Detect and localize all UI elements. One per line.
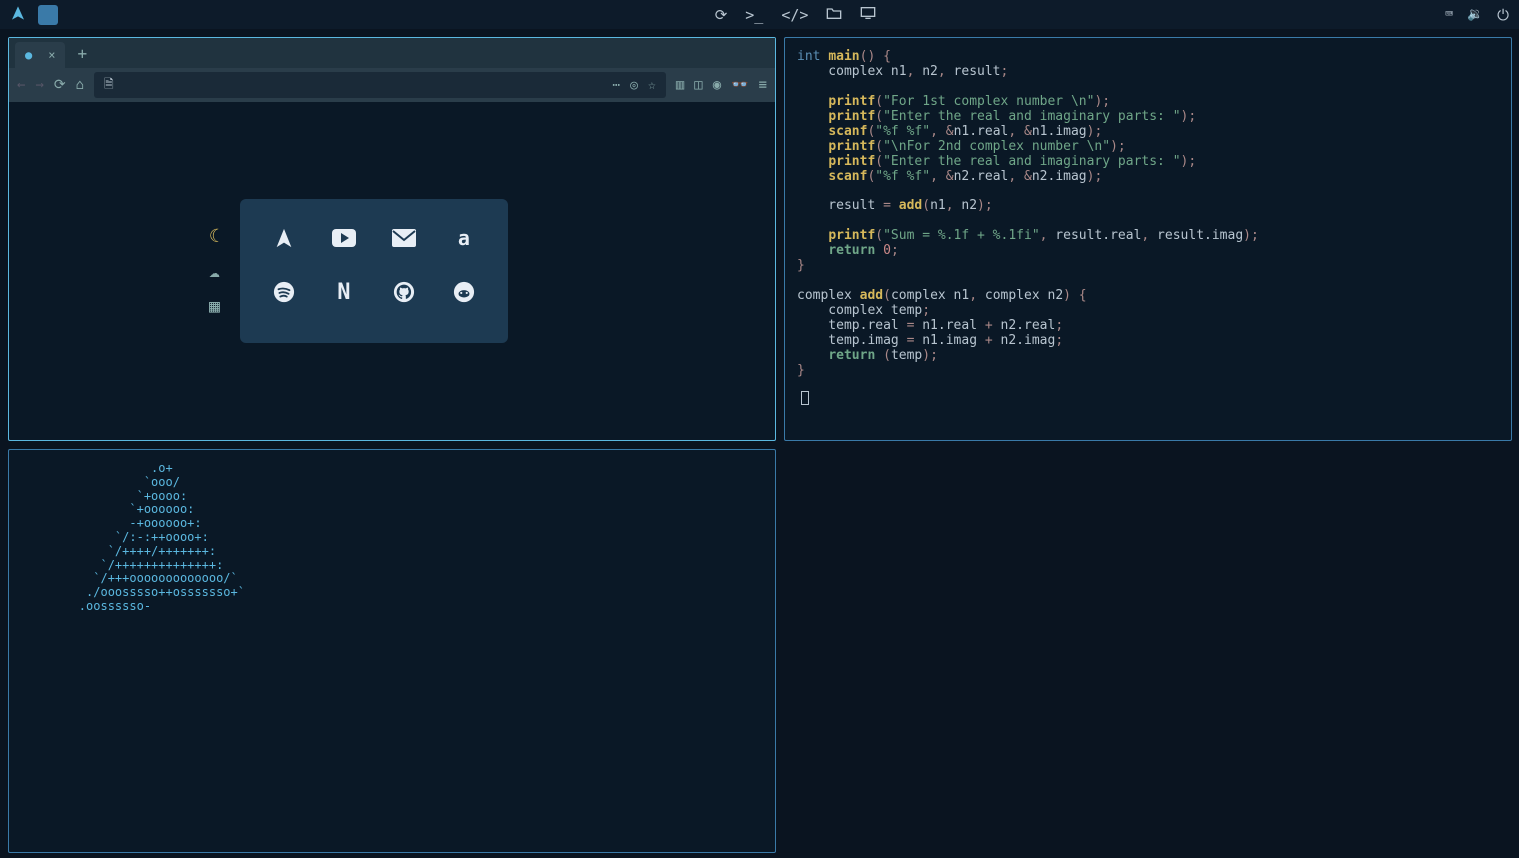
reader-icon[interactable]: ◎ [630, 78, 638, 93]
volume-indicator[interactable]: 🔉 [1467, 7, 1483, 22]
reload-button[interactable]: ⟳ [54, 77, 66, 93]
youtube-icon[interactable] [331, 225, 357, 251]
github-icon[interactable] [391, 279, 417, 305]
tab-favicon: ● [25, 48, 32, 62]
moon-icon: ☾ [209, 226, 220, 247]
reload-icon[interactable]: ⟳ [715, 6, 728, 24]
keyboard-icon: ⌨ [1445, 7, 1453, 22]
power-icon[interactable]: ⏻ [1497, 6, 1509, 24]
browser-tab[interactable]: ● × [15, 42, 65, 68]
top-panel: ⟳ >_ </> ⌨ 🔉 ⏻ [0, 0, 1519, 29]
monitor-icon[interactable] [860, 6, 876, 24]
editor-statusline [797, 391, 1499, 409]
close-icon[interactable]: × [48, 48, 55, 62]
startpage-links: a N [271, 225, 477, 305]
more-icon[interactable]: ⋯ [612, 78, 620, 93]
workspace-4[interactable] [122, 5, 142, 25]
workspace-2[interactable] [66, 5, 86, 25]
topbar-center: ⟳ >_ </> [715, 6, 901, 24]
reddit-icon[interactable] [451, 279, 477, 305]
menu-icon[interactable]: ≡ [759, 77, 767, 93]
code-icon[interactable]: </> [781, 6, 808, 24]
startpage-card: a N [240, 199, 508, 343]
workspace-5[interactable] [150, 5, 170, 25]
new-tab-button[interactable]: + [77, 44, 87, 63]
ram-indicator: ⌨ [1445, 7, 1453, 22]
bookmark-icon[interactable]: ☆ [648, 78, 656, 93]
netflix-icon[interactable]: N [331, 279, 357, 305]
calendar-icon: ▦ [209, 296, 220, 317]
amazon-icon[interactable]: a [451, 225, 477, 251]
browser-viewport: ☾ ☁ ▦ a N [9, 102, 775, 440]
back-button[interactable]: ← [17, 77, 25, 93]
code-content: int main() { complex n1, n2, result; pri… [797, 50, 1499, 379]
mail-icon[interactable] [391, 225, 417, 251]
browser-toolbar: ← → ⟳ ⌂ 🗎 ⋯ ◎ ☆ ▥ ◫ ◉ 👓 ≡ [9, 68, 775, 102]
startpage-weather-column: ☾ ☁ ▦ [209, 226, 220, 317]
archlinux-icon[interactable] [271, 225, 297, 251]
code-editor-window: int main() { complex n1, n2, result; pri… [784, 37, 1512, 441]
arch-ascii-logo: .o+ `ooo/ `+oooo: `+oooooo: -+oooooo+: `… [21, 462, 245, 614]
topbar-right: ⌨ 🔉 ⏻ [1445, 6, 1509, 24]
terminal-icon[interactable]: >_ [745, 6, 763, 24]
spotify-icon[interactable] [271, 279, 297, 305]
cursor-icon [801, 391, 809, 405]
folder-icon[interactable] [826, 6, 842, 24]
arch-logo-icon [10, 5, 26, 25]
home-button[interactable]: ⌂ [76, 77, 84, 93]
lock-icon: 🗎 [104, 75, 114, 96]
library-icon[interactable]: ▥ [676, 77, 684, 93]
forward-button[interactable]: → [35, 77, 43, 93]
browser-window: ● × + ← → ⟳ ⌂ 🗎 ⋯ ◎ ☆ ▥ ◫ [8, 37, 776, 441]
cloud-icon: ☁ [209, 261, 220, 282]
terminal-neofetch: .o+ `ooo/ `+oooo: `+oooooo: -+oooooo+: `… [8, 449, 776, 853]
url-bar[interactable]: 🗎 ⋯ ◎ ☆ [94, 72, 666, 98]
workspace-1[interactable] [38, 5, 58, 25]
account-icon[interactable]: ◉ [713, 77, 721, 93]
sidebar-icon[interactable]: ◫ [694, 77, 702, 93]
speaker-icon: 🔉 [1467, 7, 1483, 22]
workspace-3[interactable] [94, 5, 114, 25]
glasses-icon[interactable]: 👓 [731, 77, 748, 93]
browser-tabbar: ● × + [9, 38, 775, 68]
